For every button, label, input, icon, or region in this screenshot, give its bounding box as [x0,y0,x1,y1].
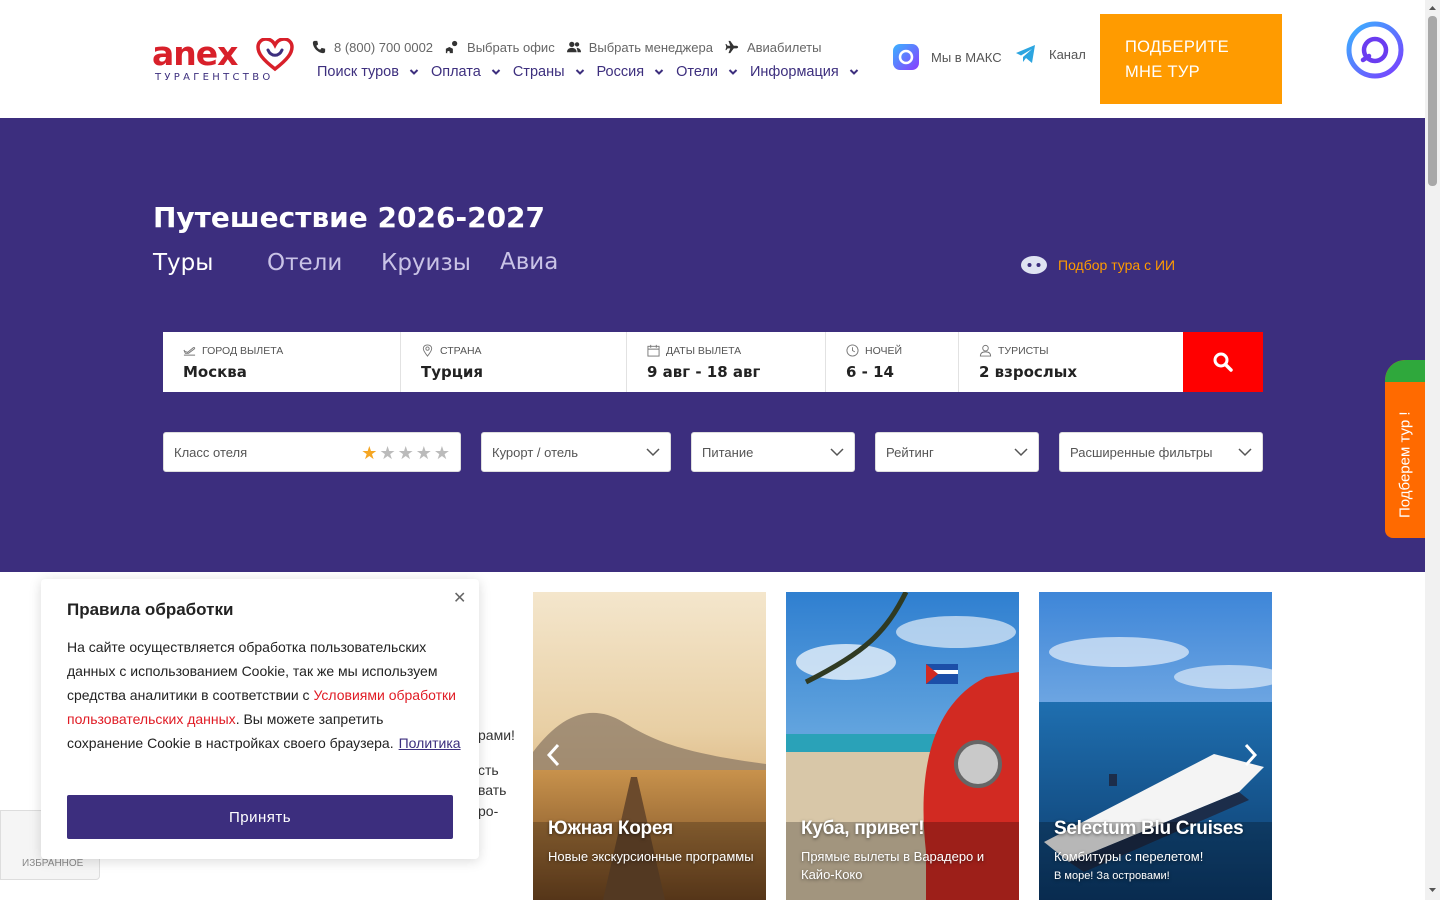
hotel-star-rating: ★ ★ ★ ★ ★ [359,444,450,462]
scroll-down-icon[interactable] [1428,886,1437,894]
advanced-filters-select[interactable]: Расширенные фильтры [1059,432,1263,472]
calendar-icon [647,344,660,357]
resort-hotel-select[interactable]: Курорт / отель [481,432,671,472]
site-header: anex ТУРАГЕНТСТВО 8 (800) 700 0002 Выбра… [0,0,1425,118]
intro-text-fragment: сть [478,762,499,778]
main-nav: Поиск туров Оплата Страны Россия Отели И… [317,62,871,82]
carousel-prev-icon[interactable] [544,742,564,768]
policy-link[interactable]: Политика [399,735,461,751]
departure-dates-field[interactable]: ДАТЫ ВЫЛЕТА 9 авг - 18 авг [627,332,826,392]
max-messenger-icon [893,44,919,70]
star-icon[interactable]: ★ [379,444,395,462]
cookie-consent-dialog: ✕ Правила обработки На сайте осуществляе… [41,579,479,859]
chevron-down-icon [654,69,664,75]
pick-tour-side-tab[interactable]: Подберем тур ! [1385,360,1425,538]
cookie-text: На сайте осуществляется обработка пользо… [67,639,461,751]
nav-item-countries[interactable]: Страны [513,64,585,80]
intro-text-fragment: рами! [478,727,515,743]
nav-item-russia[interactable]: Россия [597,64,665,80]
card-subtitle: Прямые вылеты в Варадеро и Кайо-Коко [801,849,985,882]
chevron-down-icon [575,69,584,75]
hero-title: Путешествие 2026-2027 [153,201,546,234]
chevron-down-icon [1014,448,1028,457]
users-icon [566,41,581,53]
chevron-down-icon [830,448,844,457]
hero-search-section: Путешествие 2026-2027 Туры Отели Круизы … [0,118,1425,572]
chevron-down-icon [646,448,660,457]
nav-item-tour-search[interactable]: Поиск туров [317,64,419,80]
tab-avia[interactable]: Авиа [500,249,558,275]
rating-select[interactable]: Рейтинг [875,432,1039,472]
card-title: Южная Корея [548,818,673,839]
heart-logo-icon [256,38,294,72]
chevron-down-icon [1238,448,1252,457]
anex-logo[interactable]: anex ТУРАГЕНТСТВО [152,36,297,86]
telegram-icon [1016,45,1035,63]
chevron-down-icon [409,69,419,75]
search-button[interactable] [1183,332,1263,392]
chat-widget-icon[interactable] [1345,20,1405,80]
tab-cruises[interactable]: Круизы [381,250,471,276]
food-select[interactable]: Питание [691,432,855,472]
nav-item-information[interactable]: Информация [750,64,859,80]
intro-text-fragment: вать [478,782,507,798]
card-subtitle: Комбитуры с перелетом! В море! За острова… [1054,849,1204,882]
plane-depart-icon [183,346,196,356]
select-manager-link[interactable]: Выбрать менеджера [566,40,713,55]
chevron-down-icon [491,69,501,75]
promo-card-cuba[interactable]: Куба, привет! Прямые вылеты в Варадеро и… [786,592,1019,900]
scroll-up-icon[interactable] [1428,4,1437,12]
search-icon [1213,352,1233,372]
pick-tour-button[interactable]: ПОДБЕРИТЕ МНЕ ТУР [1100,14,1282,104]
logo-subtitle: ТУРАГЕНТСТВО [155,72,274,83]
departure-city-field[interactable]: ГОРОД ВЫЛЕТА Москва [163,332,401,392]
air-tickets-link[interactable]: Авиабилеты [725,40,821,55]
star-icon[interactable]: ★ [398,444,414,462]
ai-tour-selection-link[interactable]: Подбор тура с ИИ [1020,255,1175,275]
logo-word: anex [152,34,238,73]
plane-icon [725,40,739,54]
card-title: Selectum Blu Cruises [1054,818,1244,839]
phone-link[interactable]: 8 (800) 700 0002 [312,40,433,55]
tab-hotels[interactable]: Отели [267,250,342,276]
chevron-down-icon [849,69,858,75]
nav-item-payment[interactable]: Оплата [431,64,501,80]
tab-tours[interactable]: Туры [153,250,213,276]
select-office-link[interactable]: Выбрать офис [445,40,555,55]
cookie-title: Правила обработки [67,600,234,619]
nav-item-hotels[interactable]: Отели [676,64,738,80]
promo-card-selectum-cruises[interactable]: Selectum Blu Cruises Комбитуры с перелет… [1039,592,1272,900]
page-scrollbar[interactable] [1425,0,1440,900]
phone-icon [312,40,326,54]
location-pin-icon [422,344,433,357]
card-subtitle: Новые экскурсионные программы [548,849,754,864]
promo-card-south-korea[interactable]: Южная Корея Новые экскурсионные программ… [533,592,766,900]
country-field[interactable]: СТРАНА Турция [401,332,627,392]
clock-icon [846,344,859,357]
chevron-down-icon [728,69,738,75]
star-icon[interactable]: ★ [361,444,377,462]
top-links: 8 (800) 700 0002 Выбрать офис Выбрать ме… [312,38,833,56]
user-icon [979,344,992,357]
search-bar: ГОРОД ВЫЛЕТА Москва СТРАНА Турция ДАТЫ В… [163,332,1263,392]
office-icon [445,40,458,54]
carousel-next-icon[interactable] [1240,742,1260,768]
close-icon[interactable]: ✕ [453,588,466,607]
hotel-class-filter[interactable]: Класс отеля ★ ★ ★ ★ ★ [163,432,461,472]
card-title: Куба, привет! [801,818,925,839]
max-messenger-link[interactable]: Мы в МАКС [893,44,1002,70]
star-icon[interactable]: ★ [416,444,432,462]
accept-cookies-button[interactable]: Принять [67,795,453,839]
tourists-field[interactable]: ТУРИСТЫ 2 взрослых [959,332,1183,392]
nights-field[interactable]: НОЧЕЙ 6 - 14 [826,332,959,392]
ai-bot-icon [1021,256,1047,274]
intro-text-fragment: ро- [478,803,499,819]
star-icon[interactable]: ★ [434,444,450,462]
telegram-channel-link[interactable]: Канал [1015,44,1086,64]
scrollbar-thumb[interactable] [1428,16,1437,186]
